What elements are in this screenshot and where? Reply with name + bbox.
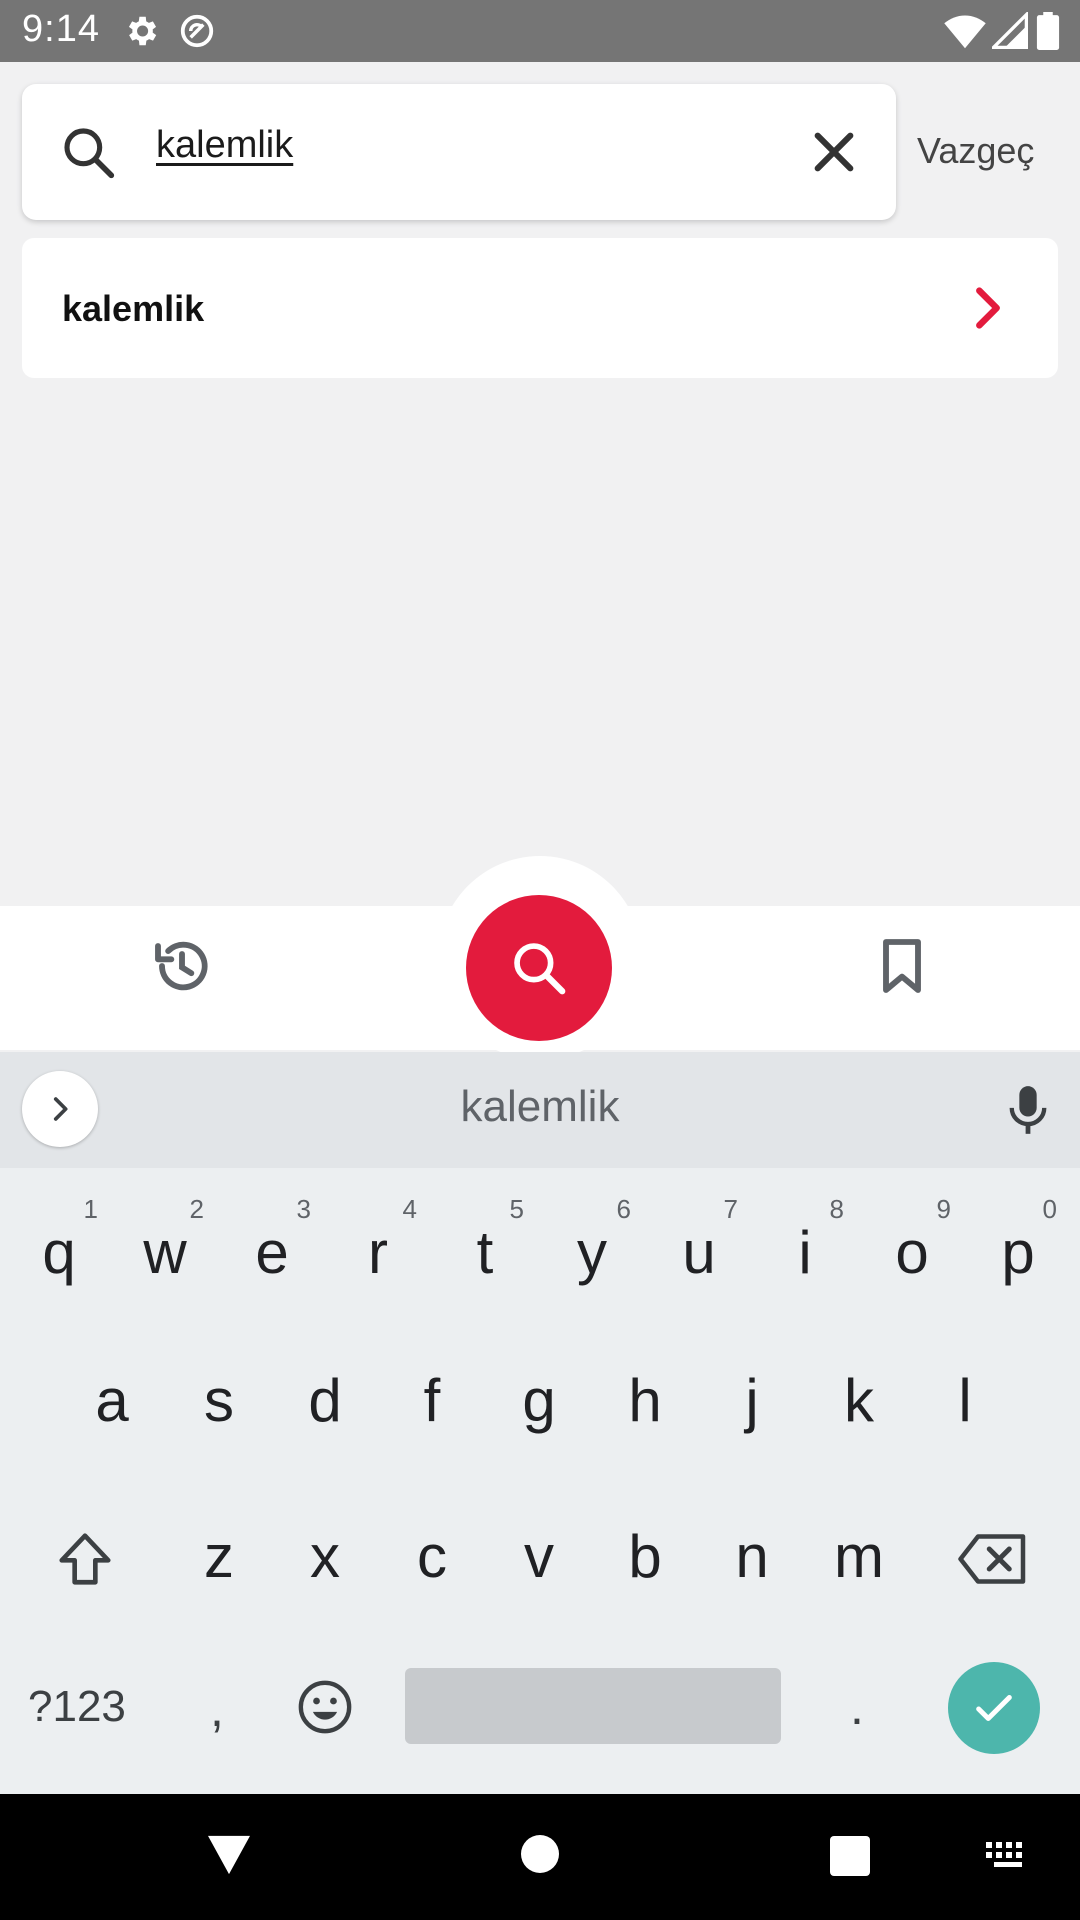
key-g[interactable]: g [486,1340,592,1460]
key-e[interactable]: 3e [219,1192,325,1312]
home-icon[interactable] [520,1834,560,1874]
key-c[interactable]: c [379,1496,485,1616]
key-m[interactable]: m [806,1496,912,1616]
key-r[interactable]: 4r [325,1192,431,1312]
search-icon [64,128,115,179]
key-o[interactable]: 9o [859,1192,965,1312]
battery-icon [1036,12,1060,50]
signal-icon [992,12,1028,49]
key-n[interactable]: n [699,1496,805,1616]
shift-icon[interactable] [54,1528,116,1590]
key-f[interactable]: f [379,1340,485,1460]
suggestion-label: kalemlik [62,288,205,329]
history-icon[interactable] [150,934,214,998]
key-h[interactable]: h [592,1340,698,1460]
key-a[interactable]: a [59,1340,165,1460]
system-navigation-bar [0,1794,1080,1920]
key-j[interactable]: j [699,1340,805,1460]
data-saver-icon [180,14,214,48]
key-k[interactable]: k [806,1340,912,1460]
cancel-button[interactable]: Vazgeç [917,130,1034,172]
key-v[interactable]: v [486,1496,592,1616]
key-x[interactable]: x [272,1496,378,1616]
bookmark-icon[interactable] [870,934,934,998]
key-p[interactable]: 0p [965,1192,1071,1312]
suggestion-item[interactable]: kalemlik [22,238,1058,378]
emoji-icon[interactable] [296,1678,354,1736]
backspace-icon[interactable] [958,1534,1028,1584]
key-s[interactable]: s [166,1340,272,1460]
chevron-right-icon [976,287,1000,329]
key-i[interactable]: 8i [752,1192,858,1312]
key-l[interactable]: l [912,1340,1018,1460]
key-d[interactable]: d [272,1340,378,1460]
search-fab[interactable] [466,895,612,1041]
search-box[interactable]: kalemlik [22,84,896,220]
key-comma[interactable]: , [210,1680,224,1738]
key-t[interactable]: 5t [432,1192,538,1312]
settings-icon [128,16,157,46]
key-u[interactable]: 7u [646,1192,752,1312]
keyboard-switch-icon[interactable] [986,1842,1030,1870]
keyboard-suggestion-word[interactable]: kalemlik [0,1082,1080,1132]
wifi-icon [944,15,986,49]
key-q[interactable]: 1q [6,1192,112,1312]
key-b[interactable]: b [592,1496,698,1616]
search-icon [514,943,566,995]
symbols-key[interactable]: ?123 [28,1682,126,1732]
key-y[interactable]: 6y [539,1192,645,1312]
space-key[interactable] [405,1668,781,1744]
clear-icon[interactable] [806,124,862,180]
back-icon[interactable] [206,1834,252,1876]
microphone-icon[interactable] [1004,1084,1052,1136]
recents-icon[interactable] [830,1836,870,1876]
key-w[interactable]: 2w [112,1192,218,1312]
search-input[interactable]: kalemlik [156,124,293,167]
key-z[interactable]: z [166,1496,272,1616]
status-bar: 9:14 [0,0,1080,62]
enter-key[interactable] [948,1662,1040,1754]
checkmark-icon [976,1694,1012,1722]
status-time: 9:14 [22,8,100,50]
key-period[interactable]: . [850,1678,864,1736]
